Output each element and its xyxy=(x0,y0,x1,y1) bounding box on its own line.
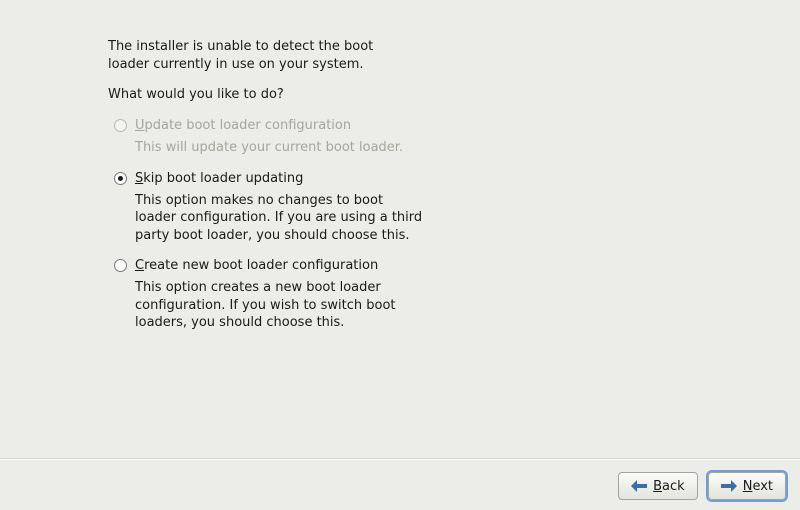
next-button[interactable]: Next xyxy=(708,472,786,500)
main-content: The installer is unable to detect the bo… xyxy=(108,38,448,346)
radio-skip[interactable] xyxy=(114,172,127,185)
options-group: Update boot loader configuration This wi… xyxy=(114,118,448,332)
option-skip-label: Skip boot loader updating xyxy=(135,171,303,186)
radio-update xyxy=(114,119,127,132)
button-bar: Back Next xyxy=(618,472,786,500)
back-button-label: Back xyxy=(653,479,685,494)
intro-line1: The installer is unable to detect the bo… xyxy=(108,39,373,54)
option-skip-row[interactable]: Skip boot loader updating xyxy=(114,171,448,186)
option-update-label: Update boot loader configuration xyxy=(135,118,351,133)
option-create-label: Create new boot loader configuration xyxy=(135,258,378,273)
arrow-left-icon xyxy=(631,480,647,492)
intro-line2: loader currently in use on your system. xyxy=(108,57,364,72)
back-button[interactable]: Back xyxy=(618,472,698,500)
option-update-desc: This will update your current boot loade… xyxy=(135,139,425,157)
prompt-text: What would you like to do? xyxy=(108,87,448,102)
intro-text: The installer is unable to detect the bo… xyxy=(108,38,448,73)
arrow-right-icon xyxy=(721,480,737,492)
option-update: Update boot loader configuration This wi… xyxy=(114,118,448,157)
radio-create[interactable] xyxy=(114,259,127,272)
separator xyxy=(0,458,800,460)
option-create-desc: This option creates a new boot loader co… xyxy=(135,279,425,332)
next-button-label: Next xyxy=(743,479,773,494)
option-create-row[interactable]: Create new boot loader configuration xyxy=(114,258,448,273)
option-create[interactable]: Create new boot loader configuration Thi… xyxy=(114,258,448,332)
option-skip-desc: This option makes no changes to boot loa… xyxy=(135,192,425,245)
option-skip[interactable]: Skip boot loader updating This option ma… xyxy=(114,171,448,245)
option-update-row: Update boot loader configuration xyxy=(114,118,448,133)
